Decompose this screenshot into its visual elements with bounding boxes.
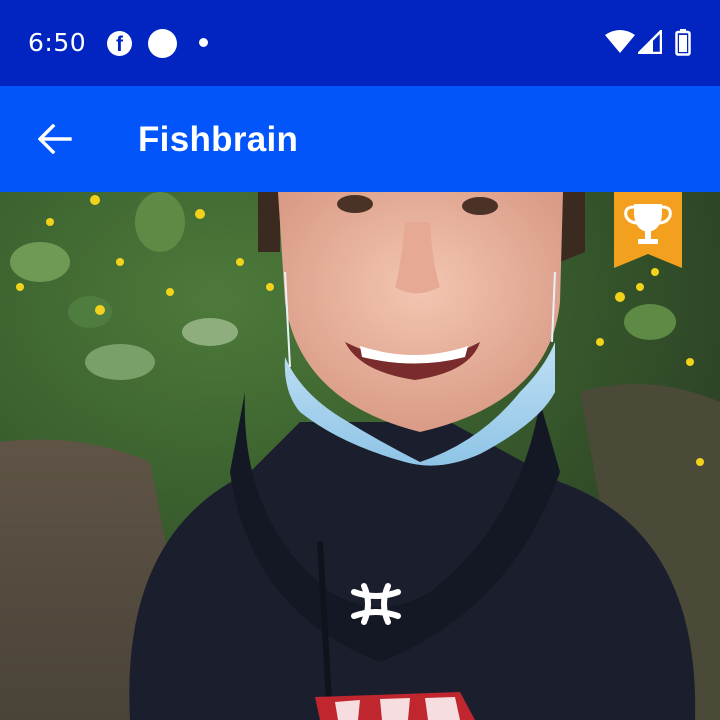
battery-icon — [675, 29, 691, 56]
trophy-icon — [614, 192, 682, 268]
photo-scene — [0, 192, 720, 720]
signal-icon — [638, 30, 662, 54]
back-button[interactable] — [26, 110, 84, 168]
catch-photo[interactable] — [0, 192, 720, 720]
circle-notification-icon — [148, 29, 177, 58]
status-bar: 6:50 f — [0, 0, 720, 86]
status-time: 6:50 — [28, 28, 87, 57]
dot-icon — [199, 38, 208, 47]
arrow-left-icon — [38, 124, 72, 154]
facebook-icon: f — [107, 31, 132, 56]
wifi-icon — [605, 30, 635, 53]
page-title: Fishbrain — [138, 120, 299, 159]
app-bar: Fishbrain — [0, 86, 720, 192]
